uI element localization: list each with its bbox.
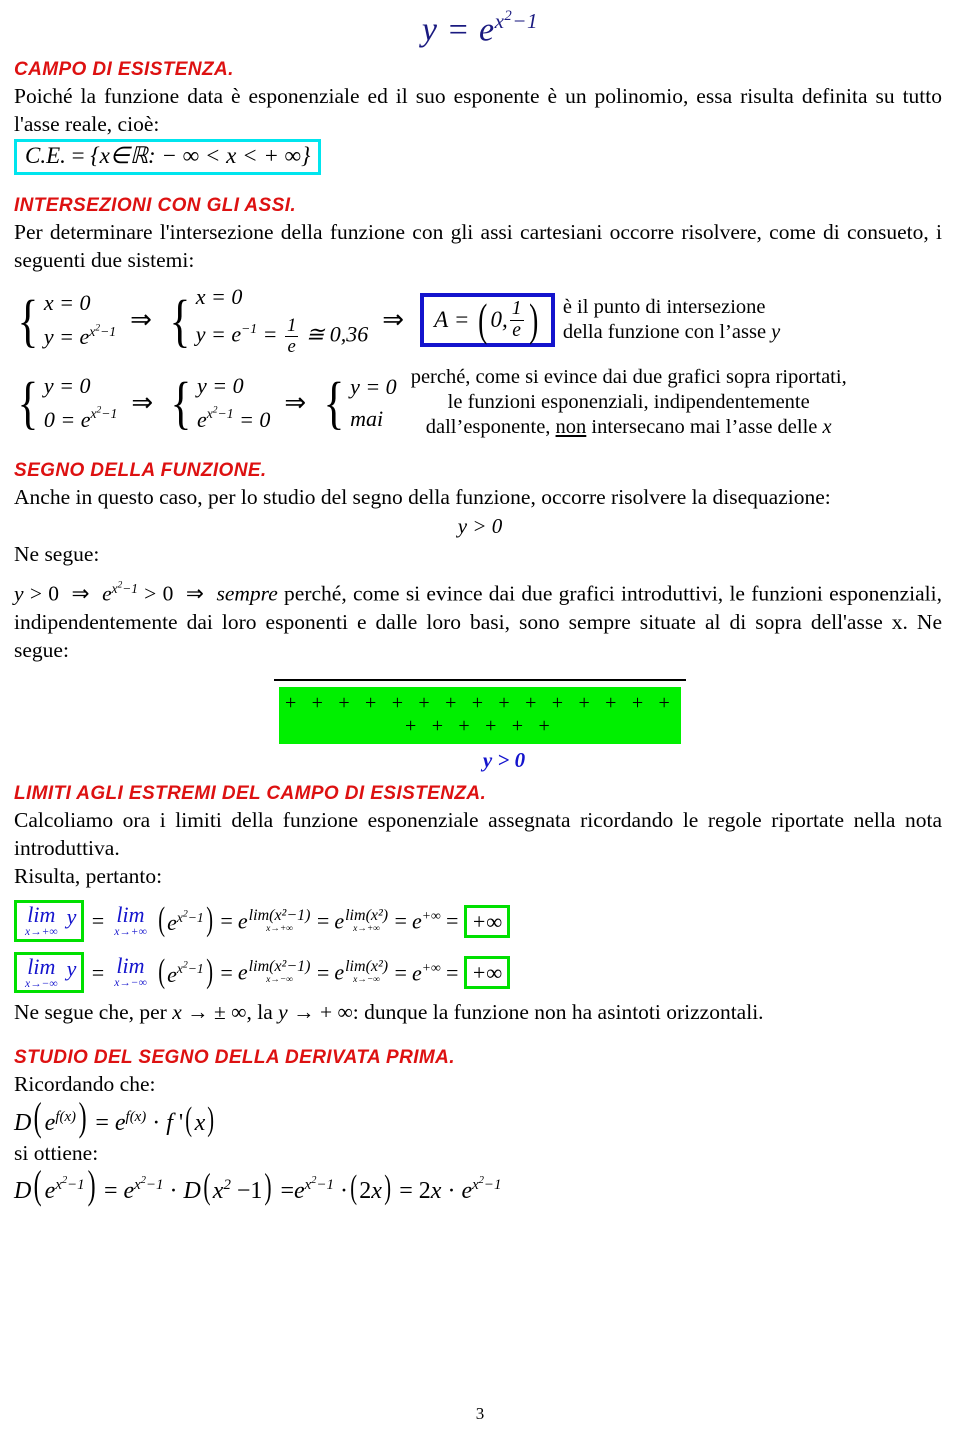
segno-sempre: sempre [216,581,278,606]
limit-1-lhs-box: lim x→+∞ y [14,900,85,942]
system-2-note-line-2: le funzioni esponenziali, indipendenteme… [447,391,810,414]
system-1-mid: { x = 0 y = e−1 = 1e ≅ 0,36 [169,284,369,357]
heading-segno-funzione: SEGNO DELLA FUNZIONE. [14,460,267,482]
campo-paragraph: Poiché la funzione data è esponenziale e… [14,84,942,137]
limiti-paragraph: Calcoliamo ora i limiti della funzione e… [14,807,942,860]
derivata-computation: D(ex2−1) = ex2−1 · D(x2 −1) =ex2−1 ·(2x)… [14,1162,502,1208]
limit-2-step4-exponent: lim(x²) x→−∞ [345,958,389,986]
system-2-row: { y = 0 0 = ex2−1 ⇒ { y = 0 ex2−1 = 0 ⇒ … [14,365,960,440]
limit-equation-2: lim x→−∞ y = lim x→−∞ (ex2−1) = e lim(x²… [14,951,960,994]
derivata-rule: D(ef(x)) = ef(x) · f '(x) [14,1094,215,1140]
system-2-mai: mai [350,405,384,431]
implies-arrow-icon: ⇒ [382,305,405,335]
system-1-left: { x = 0 y = ex2−1 [17,287,117,353]
limit-1-lhs-var: y [66,904,77,930]
ce-formula-box-wrap: C.E. = {x∈ℝ: − ∞ < x < + ∞} [0,139,960,176]
segno-ne-segue: Ne segue: [14,542,100,567]
system-2-left: { y = 0 0 = ex2−1 [17,370,118,436]
system-2-note-line-3: dall’esponente, non intersecano mai l’as… [425,416,832,439]
sign-diagram: + + + + + + + + + + + + + + + + + + + + … [0,678,960,773]
brace-icon: { [17,370,39,436]
limit-1-lhs-operator: lim x→+∞ [25,902,58,939]
limiti-risulta: Risulta, pertanto: [14,863,163,888]
sign-axis-line [274,678,686,681]
limit-1-result-box: +∞ [463,904,511,938]
page-number: 3 [475,1404,485,1423]
brace-icon: { [17,287,39,353]
implies-arrow-icon: ⇒ [131,387,154,417]
limit-2-lhs-var: y [66,955,77,981]
system-1-row: { x = 0 y = ex2−1 ⇒ { x = 0 y = e−1 = 1e… [14,281,960,359]
segno-paragraph-2: y > 0 ⇒ ex2−1 > 0 ⇒ sempre perché, come … [14,580,942,662]
sign-bar-label: y > 0 [482,747,526,772]
derivata-ricordando: Ricordando che: [14,1072,156,1097]
limiti-conclusion: Ne segue che, per x → ± ∞, la y → + ∞: d… [14,1000,764,1025]
segno-paragraph: Anche in questo caso, per lo studio del … [14,485,831,510]
segno-paragraph-2-rest: perché, come si evince dai due grafici i… [14,581,942,662]
non-underlined: non [555,416,587,439]
document-page: y = ex2−1 CAMPO DI ESISTENZA. Poiché la … [0,0,960,1440]
system-1-note-line-2: della funzione con l’asse y [562,321,781,344]
limit-1-step2-operator: lim x→+∞ [114,901,147,938]
intersezioni-paragraph: Per determinare l'intersezione della fun… [14,220,942,273]
intersection-point-a-box: A = (0, 1 e) [420,293,555,348]
limit-2-result-box: +∞ [463,956,511,990]
implies-arrow-icon: ⇒ [130,305,152,335]
heading-limiti: LIMITI AGLI ESTREMI DEL CAMPO DI ESISTEN… [14,782,487,804]
brace-icon: { [169,287,191,353]
sign-bar-positive: + + + + + + + + + + + + + + + + + + + + … [279,686,681,744]
system-2-note-line-1: perché, come si evince dai due grafici s… [410,366,847,389]
limit-1-step3-exponent: lim(x²−1) x→+∞ [248,906,311,934]
heading-intersezioni: INTERSEZIONI CON GLI ASSI. [14,195,297,217]
limit-2-lhs-operator: lim x→−∞ [25,953,58,990]
derivata-si-ottiene: si ottiene: [14,1140,99,1165]
heading-derivata-prima: STUDIO DEL SEGNO DELLA DERIVATA PRIMA. [14,1047,455,1069]
system-2-right: { y = 0 mai [323,370,397,436]
system-2-mid: { y = 0 ex2−1 = 0 [170,370,271,436]
brace-icon: { [170,370,192,436]
limit-equation-1: lim x→+∞ y = lim x→+∞ (ex2−1) = e lim(x²… [14,900,960,942]
brace-icon: { [323,370,345,436]
system-2-note: perché, come si evince dai due grafici s… [411,365,847,440]
limit-1-step4-exponent: lim(x²) x→+∞ [345,906,389,934]
segno-disequazione: y > 0 [457,514,503,539]
heading-campo-di-esistenza: CAMPO DI ESISTENZA. [14,59,234,81]
implies-arrow-icon: ⇒ [284,387,307,417]
system-1-note: è il punto di intersezione della funzion… [563,295,780,345]
ce-formula-box: C.E. = {x∈ℝ: − ∞ < x < + ∞} [14,139,322,176]
limit-2-step2-operator: lim x→−∞ [114,953,147,990]
system-1-note-line-1: è il punto di intersezione [562,296,766,319]
page-title-formula: y = ex2−1 [421,8,539,49]
limit-2-step3-exponent: lim(x²−1) x→−∞ [248,958,311,986]
limit-2-lhs-box: lim x→−∞ y [14,951,85,994]
